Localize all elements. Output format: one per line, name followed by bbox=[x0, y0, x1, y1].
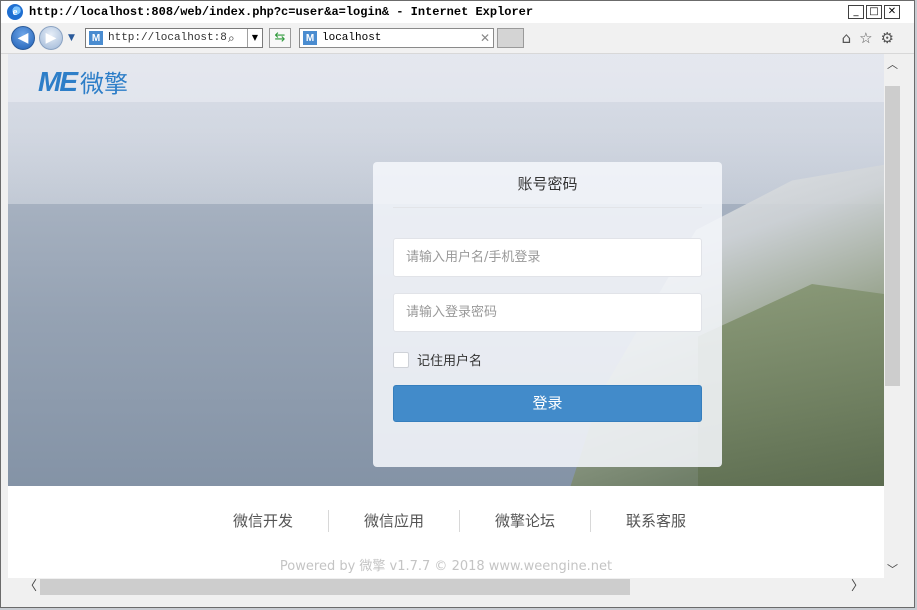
logo-text: 微擎 bbox=[80, 70, 128, 98]
remember-checkbox[interactable] bbox=[393, 351, 409, 368]
footer-links: 微信开发 微信应用 微擎论坛 联系客服 bbox=[198, 510, 721, 532]
forward-arrow-icon: ▶ bbox=[45, 30, 57, 46]
vertical-scroll-thumb[interactable] bbox=[885, 86, 900, 386]
login-button[interactable]: 登录 bbox=[393, 385, 702, 422]
horizontal-scroll-thumb[interactable] bbox=[40, 579, 630, 595]
horizontal-scrollbar[interactable]: 〈 〉 bbox=[8, 578, 884, 596]
footer-link-wechat-apps[interactable]: 微信应用 bbox=[329, 510, 460, 532]
refresh-icon: ⇆ bbox=[274, 30, 286, 45]
maximize-button[interactable]: □ bbox=[866, 5, 882, 19]
footer-link-forum[interactable]: 微擎论坛 bbox=[460, 510, 591, 532]
title-bar: e http://localhost:808/web/index.php?c=u… bbox=[1, 1, 914, 23]
browser-window: e http://localhost:808/web/index.php?c=u… bbox=[0, 0, 915, 608]
weengine-logo[interactable]: ME 微擎 bbox=[38, 64, 128, 99]
vertical-scrollbar[interactable]: ︿ ﹀ bbox=[884, 54, 901, 578]
close-button[interactable]: ✕ bbox=[884, 5, 900, 19]
internet-explorer-icon: e bbox=[7, 4, 23, 20]
site-favicon-icon: M bbox=[89, 31, 103, 45]
scroll-down-icon[interactable]: ﹀ bbox=[884, 561, 901, 578]
navigation-bar: ◀ ▶ ▼ M http://localhost:808 ⌕ ▼ ⇆ M loc… bbox=[1, 23, 914, 54]
remember-label: 记住用户名 bbox=[417, 354, 483, 369]
window-title: http://localhost:808/web/index.php?c=use… bbox=[29, 5, 534, 19]
history-dropdown-icon[interactable]: ▼ bbox=[68, 33, 75, 43]
favorites-star-icon[interactable]: ☆ bbox=[859, 29, 872, 47]
scroll-right-icon[interactable]: 〉 bbox=[849, 578, 866, 596]
logo-mark: ME bbox=[38, 65, 78, 97]
scroll-left-icon[interactable]: 〈 bbox=[22, 578, 39, 596]
username-input[interactable]: 请输入用户名/手机登录 bbox=[393, 238, 702, 277]
back-arrow-icon: ◀ bbox=[17, 30, 29, 46]
toolbar-icons: ⌂ ☆ ⚙ bbox=[842, 29, 894, 47]
login-panel: 账号密码 请输入用户名/手机登录 请输入登录密码 记住用户名 登录 bbox=[373, 162, 722, 467]
tab-label: localhost bbox=[322, 32, 382, 44]
address-text[interactable]: http://localhost:808 bbox=[108, 32, 226, 44]
back-button[interactable]: ◀ bbox=[11, 26, 35, 50]
remember-username[interactable]: 记住用户名 bbox=[393, 350, 482, 369]
search-icon[interactable]: ⌕ bbox=[228, 31, 235, 46]
new-tab-button[interactable] bbox=[497, 28, 524, 48]
login-panel-title: 账号密码 bbox=[393, 162, 702, 208]
window-controls: _ □ ✕ bbox=[848, 5, 900, 19]
compatibility-refresh-button[interactable]: ⇆ bbox=[269, 28, 291, 48]
address-bar[interactable]: M http://localhost:808 ⌕ ▼ bbox=[85, 28, 263, 48]
page-footer: 微信开发 微信应用 微擎论坛 联系客服 Powered by 微擎 v1.7.7… bbox=[8, 486, 884, 578]
scroll-up-icon[interactable]: ︿ bbox=[884, 56, 901, 73]
gear-icon[interactable]: ⚙ bbox=[881, 29, 894, 47]
tab-localhost[interactable]: M localhost ✕ bbox=[299, 28, 494, 48]
tab-favicon-icon: M bbox=[303, 31, 317, 45]
tab-close-icon[interactable]: ✕ bbox=[477, 31, 493, 45]
forward-button[interactable]: ▶ bbox=[39, 26, 63, 50]
minimize-button[interactable]: _ bbox=[848, 5, 864, 19]
hero-background: ME 微擎 账号密码 请输入用户名/手机登录 请输入登录密码 记住用户名 登录 bbox=[8, 54, 884, 486]
password-input[interactable]: 请输入登录密码 bbox=[393, 293, 702, 332]
footer-link-wechat-dev[interactable]: 微信开发 bbox=[198, 510, 329, 532]
home-icon[interactable]: ⌂ bbox=[842, 29, 852, 47]
address-dropdown-icon[interactable]: ▼ bbox=[247, 29, 262, 47]
footer-link-support[interactable]: 联系客服 bbox=[591, 510, 721, 532]
page-viewport: ME 微擎 账号密码 请输入用户名/手机登录 请输入登录密码 记住用户名 登录 … bbox=[8, 54, 884, 578]
powered-by-text: Powered by 微擎 v1.7.7 © 2018 www.weengine… bbox=[279, 559, 613, 574]
page-header: ME 微擎 bbox=[8, 54, 884, 102]
